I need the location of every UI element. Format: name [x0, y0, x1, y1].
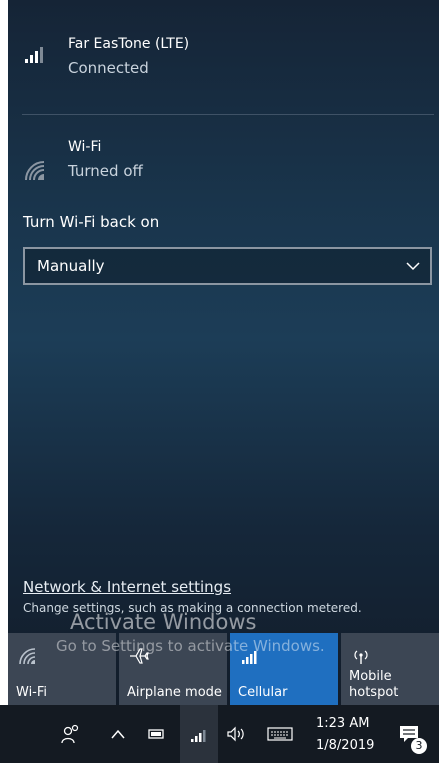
network-settings-link[interactable]: Network & Internet settings: [23, 578, 231, 596]
select-value: Manually: [37, 257, 105, 275]
people-icon[interactable]: [60, 723, 82, 745]
network-status: Connected: [68, 59, 149, 77]
wifi-off-icon: [25, 161, 45, 181]
network-settings-description: Change settings, such as making a connec…: [23, 601, 362, 615]
clock-time[interactable]: 1:23 AM: [316, 716, 369, 731]
cellular-signal-icon: [242, 651, 257, 664]
network-name: Far EasTone (LTE): [68, 36, 190, 52]
cellular-signal-icon: [25, 47, 43, 63]
network-name: Wi-Fi: [68, 139, 102, 155]
network-item-cellular[interactable]: Far EasTone (LTE) Connected: [8, 28, 439, 98]
tile-wifi[interactable]: Wi-Fi: [8, 633, 116, 705]
tile-label: Wi-Fi: [16, 685, 48, 700]
chevron-down-icon: [406, 262, 420, 271]
hotspot-icon: [354, 650, 368, 664]
network-status: Turned off: [68, 162, 143, 180]
network-flyout: Far EasTone (LTE) Connected Wi-Fi Turned…: [8, 0, 439, 705]
tile-airplane-mode[interactable]: Airplane mode: [119, 633, 227, 705]
network-item-wifi[interactable]: Wi-Fi Turned off: [8, 130, 439, 200]
battery-icon[interactable]: [148, 723, 166, 745]
notification-count-badge: 3: [411, 738, 427, 754]
wifi-icon: [19, 648, 36, 665]
quick-actions: Wi-Fi Airplane mode Cellular Mobile hots…: [8, 633, 439, 705]
chevron-up-icon[interactable]: [110, 723, 126, 745]
wifi-back-on-select[interactable]: Manually: [23, 247, 432, 285]
wifi-back-on-label: Turn Wi-Fi back on: [23, 213, 160, 231]
tile-label: Mobile hotspot: [349, 669, 399, 700]
volume-icon[interactable]: [226, 723, 246, 745]
cellular-signal-icon[interactable]: [190, 723, 208, 745]
taskbar: 1:23 AM 1/8/2019 3: [0, 705, 439, 763]
tile-cellular[interactable]: Cellular: [230, 633, 338, 705]
airplane-icon: [130, 648, 149, 664]
tile-label: Airplane mode: [127, 685, 222, 700]
keyboard-icon[interactable]: [267, 723, 293, 745]
divider: [22, 114, 434, 115]
tile-mobile-hotspot[interactable]: Mobile hotspot: [341, 633, 439, 705]
tile-label: Cellular: [238, 685, 288, 700]
clock-date[interactable]: 1/8/2019: [316, 738, 374, 753]
